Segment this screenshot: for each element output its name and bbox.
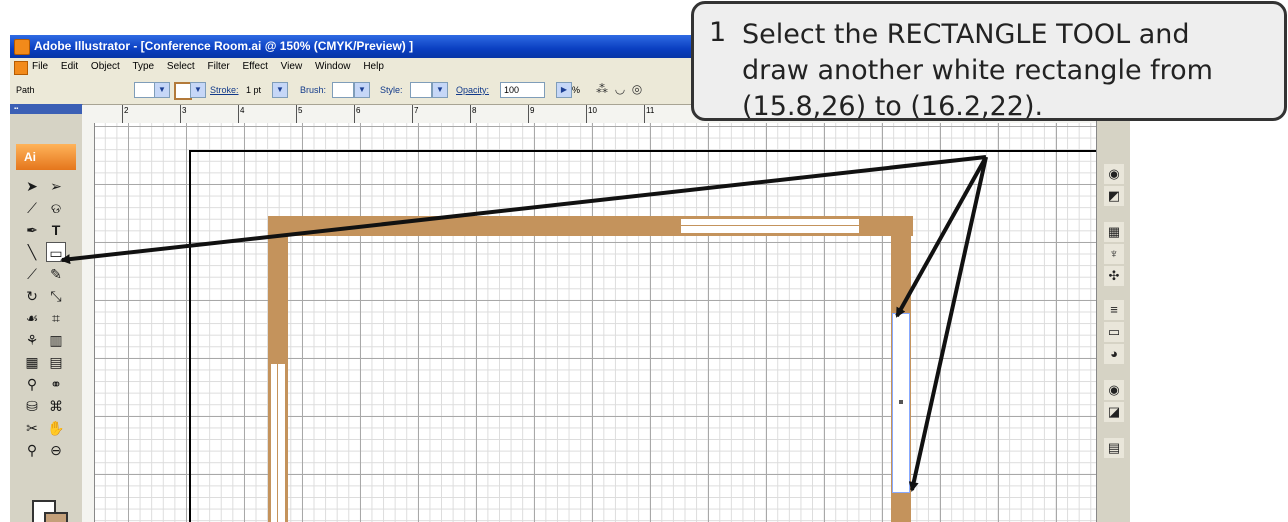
arrow-to-rectangle-bottom xyxy=(908,156,988,492)
arrow-to-rectangle-tool xyxy=(60,155,987,265)
callout-arrows xyxy=(60,155,988,492)
arrow-to-rectangle-top xyxy=(895,156,988,318)
